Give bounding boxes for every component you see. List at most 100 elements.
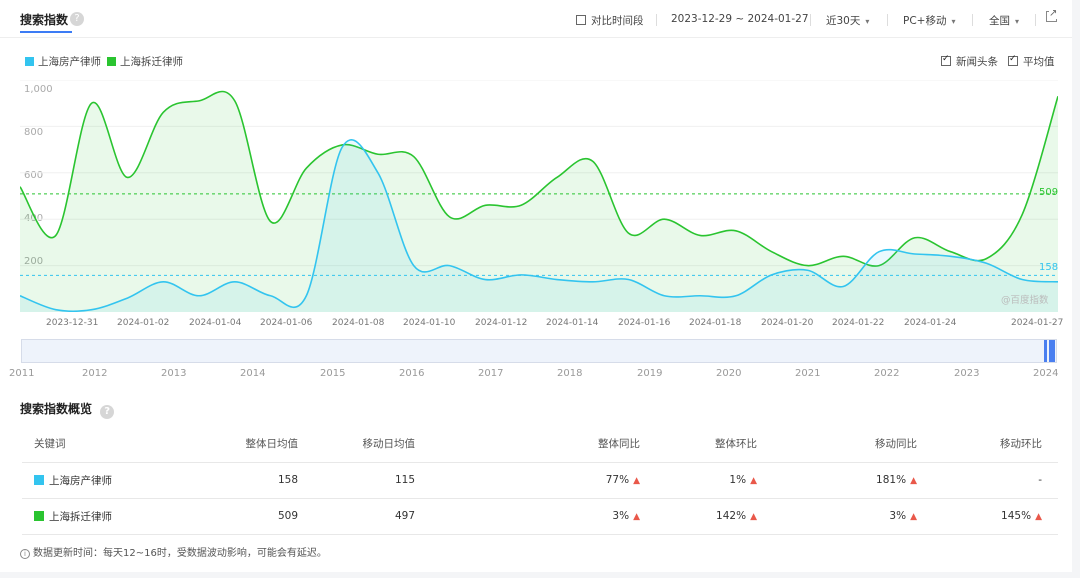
data-point <box>484 278 486 280</box>
value: 3% <box>612 510 630 522</box>
data-point <box>90 308 92 310</box>
data-point <box>269 295 271 297</box>
help-icon[interactable]: ? <box>70 12 84 26</box>
period-value: 近30天 <box>826 15 861 27</box>
legend-swatch <box>34 474 44 485</box>
column-header: 关键词 <box>22 426 172 463</box>
data-point <box>627 278 629 280</box>
overall-avg: 158 <box>172 462 314 499</box>
legend-label: 上海房产律师 <box>38 56 101 68</box>
data-point <box>520 204 522 206</box>
compare-period-toggle[interactable]: 对比时间段 <box>576 13 644 28</box>
keyword-cell: 上海房产律师 <box>22 462 172 499</box>
table-row: 上海房产律师 158 115 77% ▲ 1% ▲ 181% ▲ - <box>22 462 1058 499</box>
year-tick: 2019 <box>637 368 663 379</box>
x-tick-label: 2024-01-04 <box>189 318 242 328</box>
data-point <box>448 264 450 266</box>
overall-yoy: 3% ▲ <box>431 498 656 535</box>
x-tick-label: 2024-01-14 <box>546 318 599 328</box>
mobile-mom: 145% ▲ <box>933 498 1058 535</box>
date-range-picker[interactable]: 2023-12-29 ~ 2024-01-27 <box>671 13 809 25</box>
news-toggle[interactable]: 新闻头条 <box>941 54 998 69</box>
data-point <box>305 167 307 169</box>
average-toggle[interactable]: 平均值 <box>1008 54 1055 69</box>
divider <box>1035 14 1036 26</box>
data-point <box>949 255 951 257</box>
data-point <box>591 160 593 162</box>
data-point <box>1021 213 1023 215</box>
device-select[interactable]: PC+移动 ▾ <box>903 13 955 28</box>
range-handle-left[interactable] <box>1044 340 1047 362</box>
data-point <box>162 281 164 283</box>
data-point <box>234 100 236 102</box>
chevron-down-icon: ▾ <box>1015 17 1020 26</box>
overall-yoy: 77% ▲ <box>431 462 656 499</box>
data-point <box>878 250 880 252</box>
value: 3% <box>889 510 907 522</box>
average-label-series1: 158 <box>1039 262 1059 273</box>
region-select[interactable]: 全国 ▾ <box>989 13 1019 28</box>
x-tick-label: 2024-01-12 <box>475 318 528 328</box>
legend-item-series1[interactable]: 上海房产律师 <box>25 54 101 69</box>
checkbox-icon[interactable] <box>941 54 951 66</box>
data-point <box>770 274 772 276</box>
overview-table: 关键词 整体日均值 移动日均值 整体同比 整体环比 移动同比 移动环比 上海房产… <box>22 426 1058 535</box>
timeline-range-slider[interactable] <box>21 339 1057 363</box>
data-point <box>985 257 987 259</box>
page-title: 搜索指数 <box>20 13 69 27</box>
trend-chart[interactable] <box>20 80 1058 312</box>
x-tick-label: 2024-01-16 <box>618 318 671 328</box>
data-point <box>377 172 379 174</box>
average-label: 平均值 <box>1023 56 1055 68</box>
data-point <box>448 216 450 218</box>
device-value: PC+移动 <box>903 15 947 27</box>
x-tick-label: 2024-01-10 <box>403 318 456 328</box>
divider <box>972 14 973 26</box>
compare-label: 对比时间段 <box>591 15 644 27</box>
table-header-row: 关键词 整体日均值 移动日均值 整体同比 整体环比 移动同比 移动环比 <box>22 426 1058 463</box>
column-header: 整体同比 <box>431 426 656 463</box>
data-point <box>699 234 701 236</box>
legend-item-series2[interactable]: 上海拆迁律师 <box>107 54 183 69</box>
value: 1% <box>729 474 747 486</box>
external-link-icon[interactable] <box>1046 8 1058 22</box>
x-tick-label: 2023-12-31 <box>46 318 99 328</box>
data-point <box>126 297 128 299</box>
year-tick: 2020 <box>716 368 742 379</box>
x-tick-label: 2024-01-02 <box>117 318 170 328</box>
year-tick: 2012 <box>82 368 108 379</box>
update-note: i 数据更新时间：每天12~16时，受数据波动影响，可能会有延迟。 <box>20 544 327 559</box>
column-header: 移动日均值 <box>314 426 431 463</box>
keyword: 上海拆迁律师 <box>49 510 112 523</box>
arrow-up-icon: ▲ <box>750 476 757 486</box>
mobile-avg: 115 <box>314 462 431 499</box>
x-tick-label: 2024-01-08 <box>332 318 385 328</box>
keyword-cell: 上海拆迁律师 <box>22 498 172 535</box>
data-point <box>949 250 951 252</box>
data-point <box>985 262 987 264</box>
mobile-mom: - <box>933 462 1058 499</box>
legend-swatch <box>34 510 44 521</box>
divider <box>810 14 811 26</box>
search-index-card: 搜索指数 ? 对比时间段 2023-12-29 ~ 2024-01-27 近30… <box>0 0 1072 572</box>
data-point <box>484 204 486 206</box>
chevron-down-icon: ▾ <box>865 17 870 26</box>
data-point <box>269 220 271 222</box>
range-handle-right[interactable] <box>1049 340 1055 362</box>
checkbox-icon[interactable] <box>576 15 586 25</box>
year-tick: 2014 <box>240 368 266 379</box>
period-select[interactable]: 近30天 ▾ <box>826 13 869 28</box>
legend-swatch <box>25 57 34 66</box>
arrow-up-icon: ▲ <box>1035 512 1042 522</box>
arrow-up-icon: ▲ <box>633 512 640 522</box>
data-point <box>55 308 57 310</box>
checkbox-icon[interactable] <box>1008 54 1018 66</box>
toolbar: 搜索指数 ? 对比时间段 2023-12-29 ~ 2024-01-27 近30… <box>0 0 1072 38</box>
data-point <box>914 237 916 239</box>
divider <box>887 14 888 26</box>
arrow-up-icon: ▲ <box>750 512 757 522</box>
data-point <box>413 155 415 157</box>
data-point <box>377 153 379 155</box>
year-tick: 2013 <box>161 368 187 379</box>
help-icon[interactable]: ? <box>100 405 115 419</box>
